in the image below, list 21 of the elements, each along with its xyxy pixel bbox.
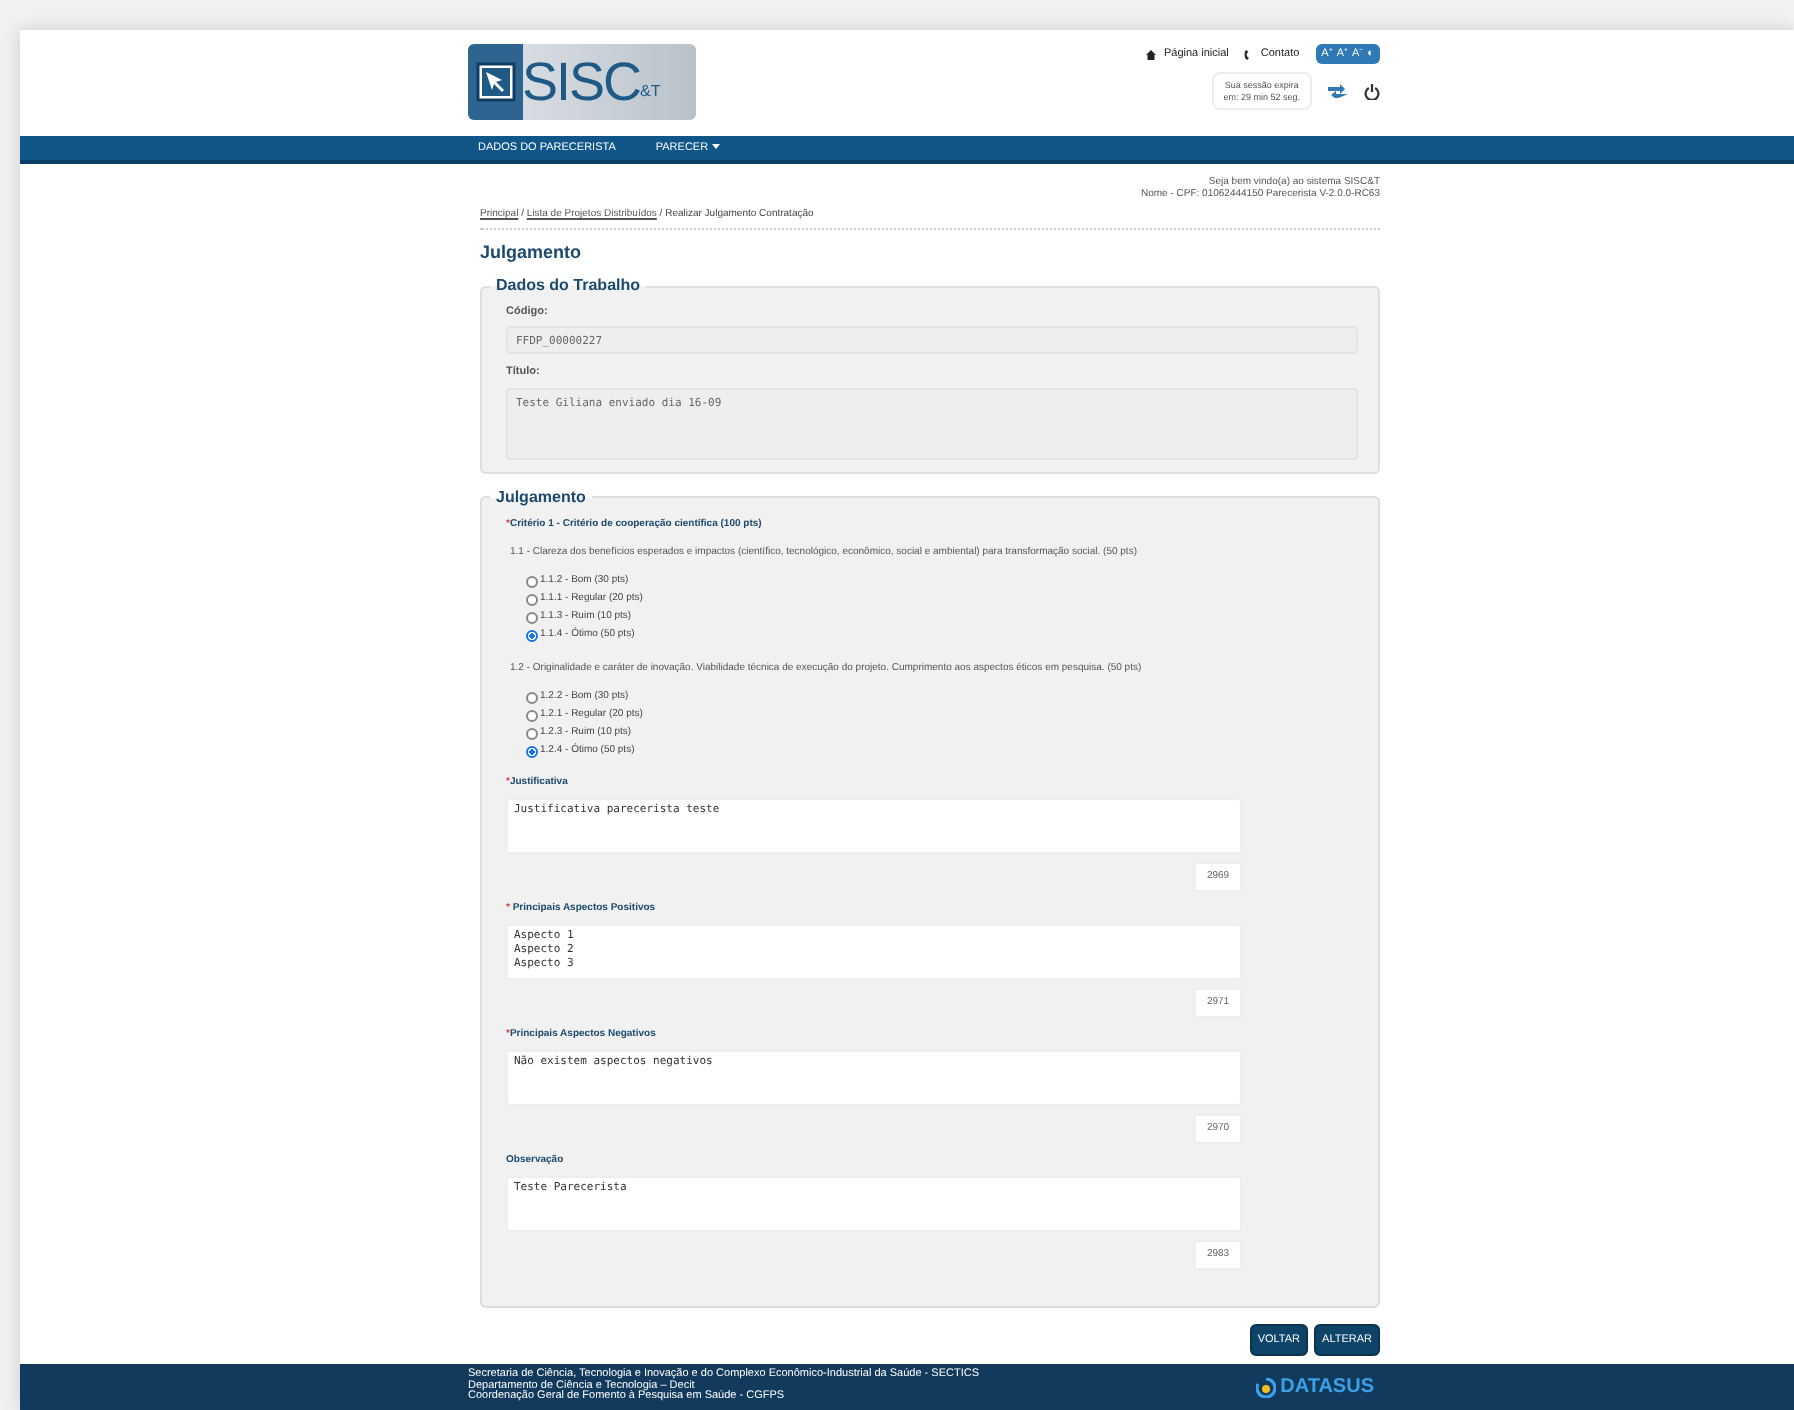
radio-button[interactable]: [526, 576, 538, 588]
radio-button[interactable]: [526, 630, 538, 642]
logo[interactable]: SISC&T: [468, 44, 696, 120]
radio-button[interactable]: [526, 727, 538, 739]
page-title: Julgamento: [480, 239, 584, 266]
datasus-logo-icon: [1256, 1377, 1277, 1397]
radio-button[interactable]: [526, 745, 538, 757]
cursor-icon: [476, 62, 516, 102]
logo-text: SISC: [522, 55, 641, 109]
radio-button[interactable]: [526, 709, 538, 721]
home-icon: [1145, 49, 1156, 60]
power-icon[interactable]: [1364, 83, 1380, 100]
caret-icon: [711, 143, 720, 150]
phone-icon: [1244, 49, 1253, 60]
section-title: Julgamento: [490, 489, 592, 505]
brand-name: DATASUS: [1280, 1374, 1374, 1402]
radio-button[interactable]: [526, 691, 538, 703]
radio-button[interactable]: [526, 612, 538, 624]
arrows-icon[interactable]: [1328, 84, 1348, 99]
radio-button[interactable]: [526, 594, 538, 606]
logo-text: &T: [640, 80, 661, 104]
